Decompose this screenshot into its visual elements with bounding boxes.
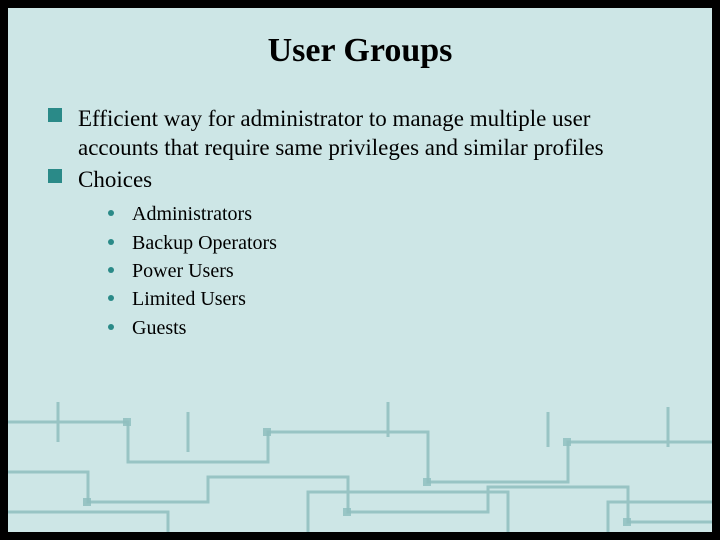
slide-title: User Groups xyxy=(8,32,712,70)
bullet-level1: Efficient way for administrator to manag… xyxy=(48,104,672,163)
bullet-text: Limited Users xyxy=(132,288,246,310)
dot-bullet-icon xyxy=(108,324,114,330)
bullet-level2: Limited Users xyxy=(108,285,672,313)
bullet-level2: Administrators xyxy=(108,200,672,228)
slide-body: Efficient way for administrator to manag… xyxy=(48,104,672,342)
bullet-text: Guests xyxy=(132,317,186,339)
slide-content: User Groups Efficient way for administra… xyxy=(8,8,712,532)
bullet-level1: Choices xyxy=(48,165,672,194)
dot-bullet-icon xyxy=(108,295,114,301)
bullet-text: Choices xyxy=(78,167,152,192)
bullet-level2: Guests xyxy=(108,314,672,342)
dot-bullet-icon xyxy=(108,267,114,273)
bullet-level2: Power Users xyxy=(108,257,672,285)
circuit-decoration xyxy=(8,392,712,532)
bullet-level2: Backup Operators xyxy=(108,229,672,257)
sub-bullet-list: Administrators Backup Operators Power Us… xyxy=(108,200,672,342)
square-bullet-icon xyxy=(48,108,62,122)
dot-bullet-icon xyxy=(108,239,114,245)
bullet-text: Backup Operators xyxy=(132,232,277,254)
bullet-text: Efficient way for administrator to manag… xyxy=(78,106,604,160)
dot-bullet-icon xyxy=(108,210,114,216)
bullet-text: Power Users xyxy=(132,260,234,282)
square-bullet-icon xyxy=(48,169,62,183)
bullet-text: Administrators xyxy=(132,203,252,225)
slide-frame: User Groups Efficient way for administra… xyxy=(0,0,720,540)
